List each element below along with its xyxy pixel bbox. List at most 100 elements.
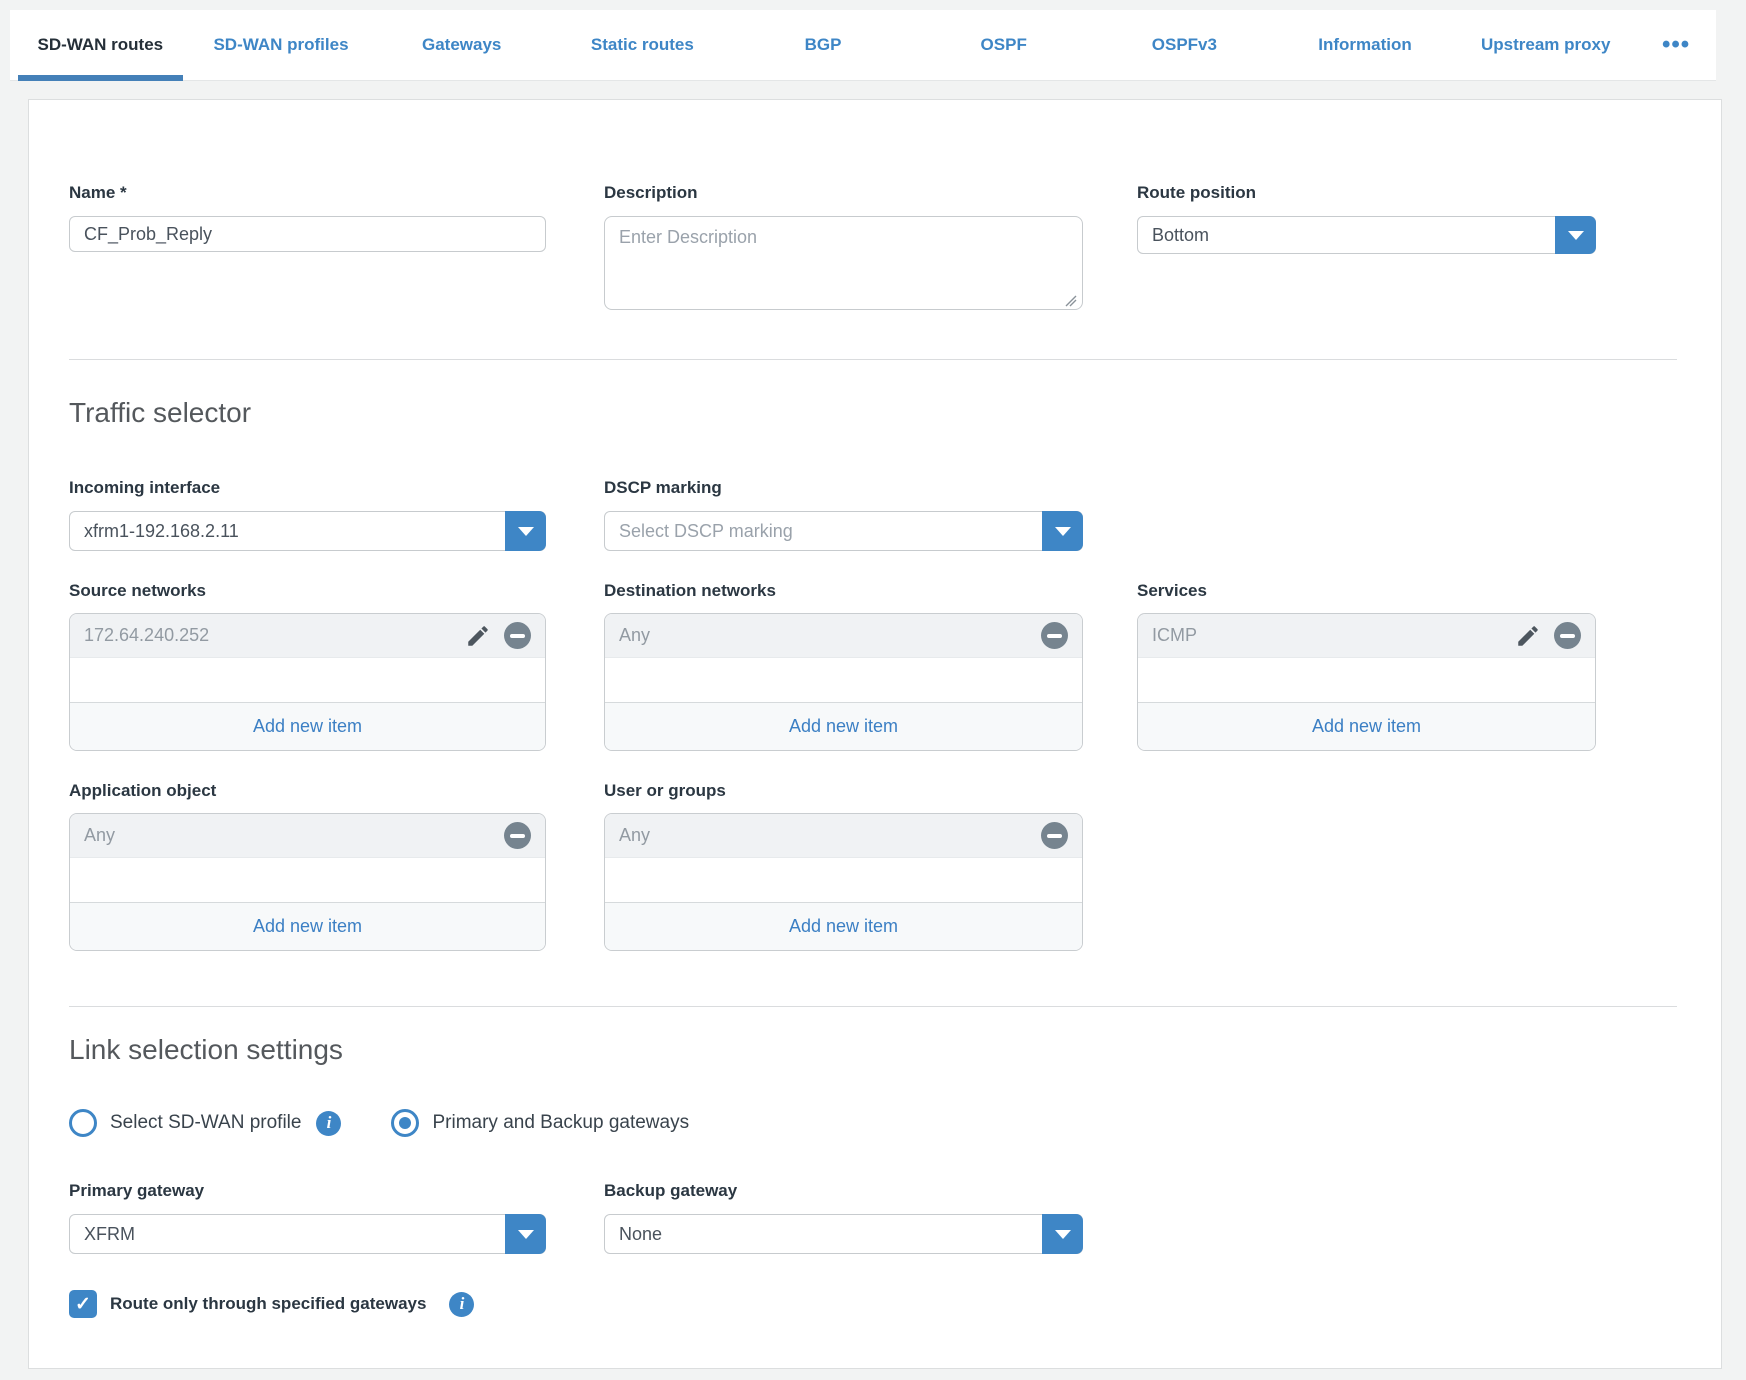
add-new-item-button[interactable]: Add new item: [70, 902, 545, 950]
incoming-interface-select[interactable]: xfrm1-192.168.2.11: [69, 511, 546, 551]
list-item-text: Any: [84, 825, 504, 846]
resize-handle-icon[interactable]: [1065, 295, 1077, 307]
more-tabs-button[interactable]: •••: [1636, 10, 1716, 80]
backup-gateway-value: None: [605, 1224, 1082, 1245]
tab-label: OSPFv3: [1152, 35, 1217, 55]
remove-item-button[interactable]: [1041, 622, 1068, 649]
incoming-interface-value: xfrm1-192.168.2.11: [70, 521, 545, 542]
radio-label-primary-backup: Primary and Backup gateways: [432, 1112, 689, 1134]
edit-item-button[interactable]: [465, 623, 491, 649]
section-divider: [69, 1006, 1677, 1007]
services-listbox: ICMP Add new item: [1137, 613, 1596, 751]
more-dots-icon: •••: [1662, 31, 1690, 59]
dropdown-button[interactable]: [505, 1214, 546, 1254]
destination-networks-label: Destination networks: [604, 581, 1083, 601]
services-label: Services: [1137, 581, 1596, 601]
info-icon[interactable]: i: [316, 1111, 341, 1136]
tab-sdwan-routes[interactable]: SD-WAN routes: [10, 10, 191, 80]
remove-item-button[interactable]: [1554, 622, 1581, 649]
tab-ospf[interactable]: OSPF: [913, 10, 1094, 80]
application-object-label: Application object: [69, 781, 546, 801]
route-position-value: Bottom: [1138, 225, 1595, 246]
tab-ospfv3[interactable]: OSPFv3: [1094, 10, 1275, 80]
name-label: Name *: [69, 183, 546, 203]
remove-minus-icon: [504, 622, 531, 649]
tab-label: SD-WAN profiles: [213, 35, 348, 55]
interface-dscp-row: Incoming interface xfrm1-192.168.2.11 DS…: [69, 478, 1693, 551]
destination-networks-listbox: Any Add new item: [604, 613, 1083, 751]
dropdown-button[interactable]: [1042, 1214, 1083, 1254]
traffic-selector-heading: Traffic selector: [69, 396, 1693, 429]
add-new-item-button[interactable]: Add new item: [605, 702, 1082, 750]
dropdown-button[interactable]: [505, 511, 546, 551]
primary-gateway-select[interactable]: XFRM: [69, 1214, 546, 1254]
link-selection-heading: Link selection settings: [69, 1033, 1693, 1066]
add-new-item-label: Add new item: [1312, 716, 1421, 737]
general-fields-row: Name * Description Route position Bottom: [69, 183, 1693, 315]
route-position-label: Route position: [1137, 183, 1596, 203]
active-tab-underline: [18, 75, 183, 81]
description-textarea[interactable]: [604, 216, 1083, 310]
tab-label: Information: [1318, 35, 1412, 55]
radio-label-sdwan-profile: Select SD-WAN profile: [110, 1112, 301, 1134]
application-object-listbox: Any Add new item: [69, 813, 546, 951]
tab-bgp[interactable]: BGP: [733, 10, 914, 80]
list-item: 172.64.240.252: [70, 614, 545, 658]
route-only-checkbox[interactable]: ✓: [69, 1290, 97, 1318]
remove-minus-icon: [1041, 822, 1068, 849]
tab-gateways[interactable]: Gateways: [371, 10, 552, 80]
user-or-groups-listbox: Any Add new item: [604, 813, 1083, 951]
add-new-item-label: Add new item: [789, 716, 898, 737]
chevron-down-icon: [1055, 527, 1071, 536]
edit-item-button[interactable]: [1515, 623, 1541, 649]
checkmark-icon: ✓: [75, 1293, 91, 1316]
list-item: Any: [605, 814, 1082, 858]
tab-static-routes[interactable]: Static routes: [552, 10, 733, 80]
dropdown-button[interactable]: [1555, 216, 1596, 254]
user-or-groups-label: User or groups: [604, 781, 1083, 801]
add-new-item-button[interactable]: Add new item: [70, 702, 545, 750]
tab-upstream-proxy[interactable]: Upstream proxy: [1455, 10, 1636, 80]
tab-label: BGP: [805, 35, 842, 55]
chevron-down-icon: [1568, 231, 1584, 240]
backup-gateway-select[interactable]: None: [604, 1214, 1083, 1254]
info-icon[interactable]: i: [449, 1292, 474, 1317]
remove-minus-icon: [504, 822, 531, 849]
add-new-item-label: Add new item: [789, 916, 898, 937]
edit-pencil-icon: [1515, 623, 1541, 649]
name-input[interactable]: [69, 216, 546, 252]
add-new-item-label: Add new item: [253, 916, 362, 937]
remove-minus-icon: [1554, 622, 1581, 649]
remove-item-button[interactable]: [1041, 822, 1068, 849]
remove-item-button[interactable]: [504, 822, 531, 849]
remove-item-button[interactable]: [504, 622, 531, 649]
radio-select-sdwan-profile[interactable]: [69, 1109, 97, 1137]
route-position-select[interactable]: Bottom: [1137, 216, 1596, 254]
route-only-row: ✓ Route only through specified gateways …: [69, 1290, 1693, 1318]
add-new-item-button[interactable]: Add new item: [1138, 702, 1595, 750]
source-networks-listbox: 172.64.240.252 Add new item: [69, 613, 546, 751]
tab-label: Gateways: [422, 35, 501, 55]
add-new-item-button[interactable]: Add new item: [605, 902, 1082, 950]
tab-information[interactable]: Information: [1275, 10, 1456, 80]
list-item: Any: [70, 814, 545, 858]
dscp-marking-placeholder: Select DSCP marking: [605, 521, 1082, 542]
radio-dot: [399, 1117, 411, 1129]
source-networks-label: Source networks: [69, 581, 546, 601]
list-item: ICMP: [1138, 614, 1595, 658]
dscp-marking-label: DSCP marking: [604, 478, 1083, 498]
route-only-label: Route only through specified gateways: [110, 1294, 426, 1314]
dropdown-button[interactable]: [1042, 511, 1083, 551]
radio-primary-backup-gateways[interactable]: [391, 1109, 419, 1137]
list-item: Any: [605, 614, 1082, 658]
networks-services-row: Source networks 172.64.240.252 Ad: [69, 581, 1693, 751]
tab-sdwan-profiles[interactable]: SD-WAN profiles: [191, 10, 372, 80]
edit-pencil-icon: [465, 623, 491, 649]
tab-label: Static routes: [591, 35, 694, 55]
list-item-text: Any: [619, 825, 1041, 846]
dscp-marking-select[interactable]: Select DSCP marking: [604, 511, 1083, 551]
remove-minus-icon: [1041, 622, 1068, 649]
add-new-item-label: Add new item: [253, 716, 362, 737]
list-empty-area: [605, 858, 1082, 902]
list-empty-area: [605, 658, 1082, 702]
